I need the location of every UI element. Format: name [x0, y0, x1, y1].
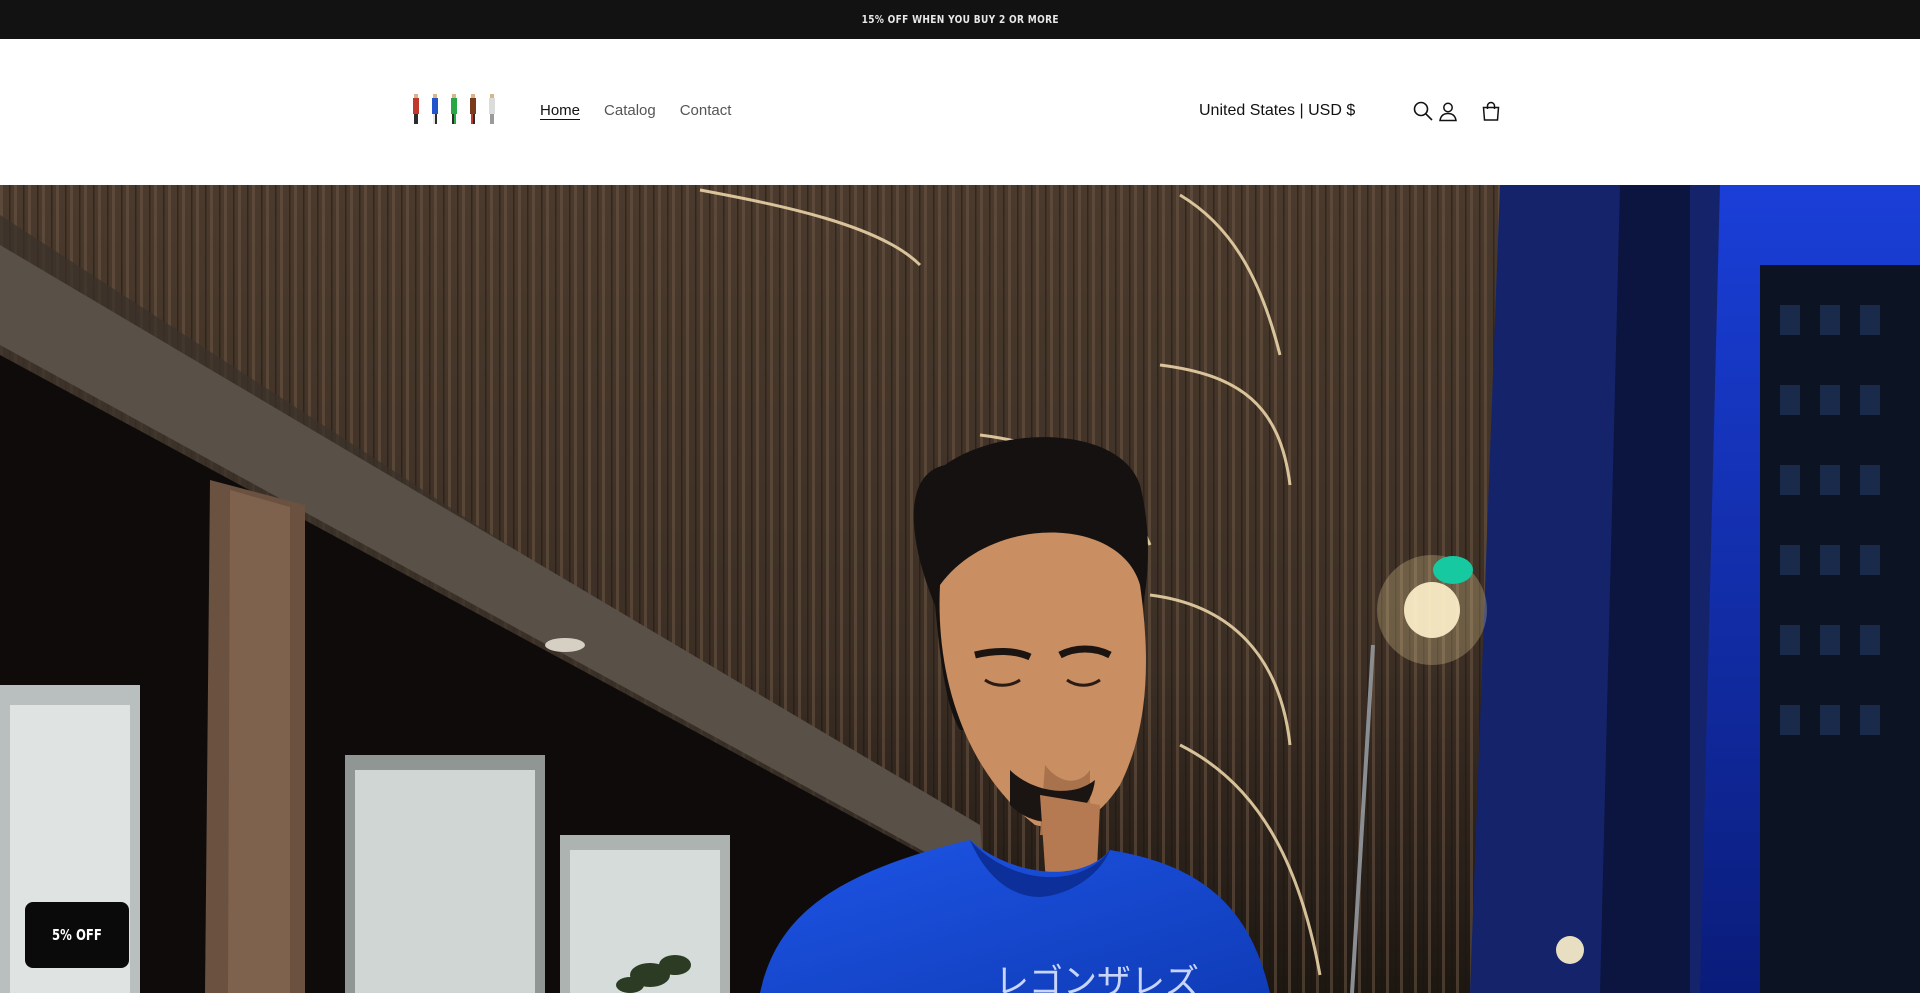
announcement-bar: 15% OFF WHEN YOU BUY 2 OR MORE — [0, 0, 1920, 39]
nav-contact[interactable]: Contact — [680, 102, 732, 119]
account-icon[interactable] — [1436, 99, 1460, 123]
search-icon[interactable] — [1411, 99, 1435, 123]
logo-figure-brown — [464, 92, 483, 126]
main-nav: Home Catalog Contact — [540, 102, 731, 119]
discount-label: 5% OFF — [52, 926, 102, 944]
announcement-text: 15% OFF WHEN YOU BUY 2 OR MORE — [861, 13, 1059, 26]
logo-figure-blue — [425, 92, 444, 126]
discount-popup-button[interactable]: 5% OFF — [25, 902, 129, 968]
shirt-print-text: レゴンザレズ — [995, 962, 1199, 993]
logo-figure-green — [444, 92, 463, 126]
hero-image: レゴンザレズ — [0, 185, 1920, 993]
store-logo[interactable] — [406, 90, 502, 128]
logo-figure-red — [406, 92, 425, 126]
site-header: Home Catalog Contact United States | USD… — [0, 39, 1920, 185]
cart-icon[interactable] — [1479, 99, 1503, 123]
country-currency-selector[interactable]: United States | USD $ — [1199, 102, 1355, 120]
nav-catalog[interactable]: Catalog — [604, 102, 656, 119]
hero-banner[interactable]: レゴンザレズ — [0, 185, 1920, 993]
nav-home[interactable]: Home — [540, 102, 580, 119]
logo-figure-white — [483, 92, 502, 126]
